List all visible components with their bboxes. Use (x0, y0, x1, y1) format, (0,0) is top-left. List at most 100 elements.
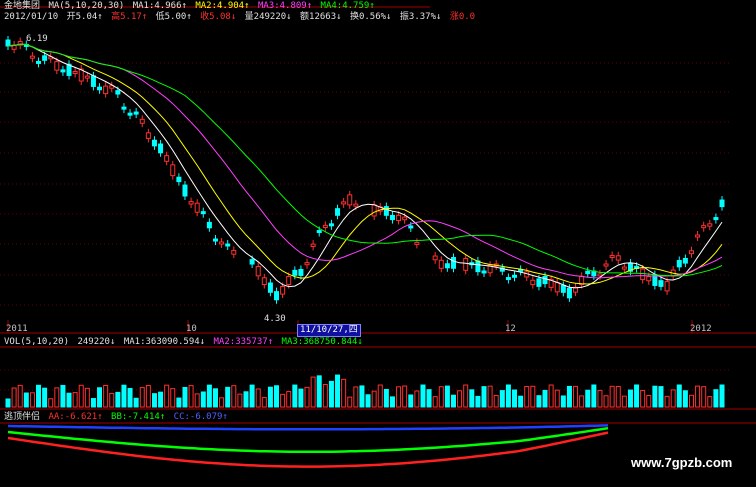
quote-change: 涨0.0 (449, 12, 476, 22)
vol-bar-106 (652, 385, 658, 408)
candle-body-35 (219, 241, 225, 245)
quote-turnover: 换0.56%↓ (349, 12, 392, 22)
vol-bar-19 (121, 384, 127, 408)
candle-body-30 (188, 201, 194, 205)
candle-body-95 (585, 270, 591, 275)
ma3-value: MA3:4.809↑ (257, 1, 313, 11)
vol-bar-77 (475, 395, 481, 408)
candle-body-11 (72, 71, 78, 75)
candle-body-20 (127, 112, 133, 116)
candle-body-92 (566, 287, 572, 299)
candle-body-99 (609, 255, 615, 259)
vol-bar-67 (414, 390, 420, 408)
watermark: www.7gpzb.com (631, 455, 733, 470)
quote-close: 收5.08↓ (200, 12, 237, 22)
ind-title: 逃顶伴侣 (4, 412, 41, 422)
vol-bar-15 (97, 387, 103, 408)
vol-bar-110 (676, 384, 682, 408)
vol-bar-39 (243, 391, 249, 408)
vol-bar-48 (298, 388, 304, 408)
vol-bar-38 (237, 393, 243, 408)
candle-body-21 (133, 111, 139, 115)
candle-body-114 (701, 225, 707, 229)
axis-tick-12: 12 (505, 324, 516, 334)
indicator-line-0 (7, 424, 609, 431)
vol-bar-69 (426, 389, 432, 408)
vol-bar-42 (261, 397, 267, 408)
quote-amplitude: 振3.37%↓ (399, 12, 442, 22)
vol-bar-113 (695, 385, 701, 408)
candle-body-47 (292, 269, 298, 276)
axis-tick-10: 10 (186, 324, 197, 334)
vol-bar-3 (23, 392, 29, 408)
vol-bar-58 (359, 385, 365, 408)
vol-bar-26 (164, 384, 170, 408)
candle-body-50 (310, 243, 316, 247)
vol-bar-12 (78, 384, 84, 408)
vol-bar-5 (36, 384, 42, 408)
vol-bar-104 (640, 390, 646, 408)
candle-body-32 (200, 211, 206, 215)
vol-bar-94 (579, 395, 585, 408)
candle-body-49 (304, 262, 310, 266)
candle-body-36 (225, 243, 231, 247)
quote-header: 2012/01/10 开5.04↑ 高5.17↑ 低5.00↑ 收5.08↓ 量… (4, 11, 478, 23)
vol-bar-92 (566, 385, 572, 408)
vol-bar-50 (310, 376, 316, 408)
vol-bar-68 (420, 384, 426, 408)
vol-bar-115 (707, 396, 713, 408)
indicator-line-2 (7, 431, 609, 468)
vol-bar-78 (481, 386, 487, 408)
vol-bar-64 (396, 386, 402, 408)
candle-body-44 (274, 291, 280, 301)
vol-bar-99 (609, 385, 615, 408)
candle-body-83 (512, 274, 518, 278)
vol-bar-83 (512, 389, 518, 408)
vol-bar-10 (66, 392, 72, 408)
candle-body-34 (212, 238, 218, 242)
candle-body-112 (688, 250, 694, 255)
vol-bar-81 (499, 390, 505, 408)
candle-body-104 (640, 268, 646, 281)
vol-bar-46 (286, 391, 292, 408)
candle-body-73 (450, 257, 456, 269)
vol-bar-86 (530, 385, 536, 408)
vol-bar-95 (585, 389, 591, 408)
vol-bar-79 (487, 385, 493, 408)
vol-bar-31 (194, 393, 200, 408)
vol-bar-37 (231, 385, 237, 408)
candle-body-51 (316, 230, 322, 234)
vol-bar-6 (42, 387, 48, 408)
candle-body-31 (194, 202, 200, 213)
vol-bar-71 (438, 386, 444, 408)
vol-bar-72 (444, 385, 450, 408)
vol-bar-107 (658, 386, 664, 408)
candle-body-87 (536, 278, 542, 287)
vol-bar-2 (17, 384, 23, 408)
candle-body-110 (676, 260, 682, 268)
candle-body-63 (389, 214, 395, 221)
vol-bar-8 (54, 387, 60, 408)
vol-bar-84 (518, 395, 524, 408)
vol-bar-97 (597, 389, 603, 408)
candle-body-60 (371, 204, 377, 217)
vol-bar-74 (457, 390, 463, 408)
vol-bar-43 (267, 386, 273, 408)
candle-body-113 (695, 234, 701, 238)
vol-bar-61 (377, 384, 383, 408)
candle-body-27 (170, 164, 176, 177)
candle-body-101 (621, 266, 627, 270)
candle-body-75 (463, 258, 469, 271)
vol-bar-91 (560, 395, 566, 408)
candle-body-33 (206, 221, 212, 229)
vol-bar-30 (188, 385, 194, 408)
candle-body-115 (707, 223, 713, 227)
vol-bar-44 (274, 385, 280, 408)
vol-bar-100 (615, 385, 621, 408)
vol-bar-16 (103, 384, 109, 408)
candle-body-70 (432, 255, 438, 261)
candle-body-71 (438, 259, 444, 269)
candle-body-8 (54, 61, 60, 71)
candle-body-56 (347, 194, 353, 206)
candle-body-64 (396, 214, 402, 221)
